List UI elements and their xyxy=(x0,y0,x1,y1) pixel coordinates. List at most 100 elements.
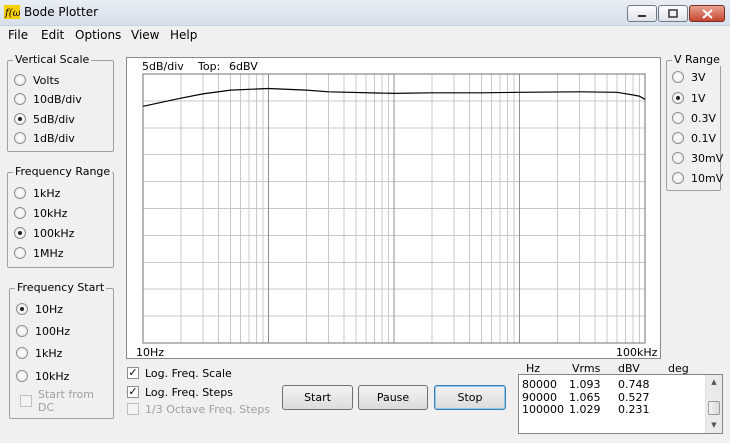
x-max-label: 100kHz xyxy=(616,346,658,358)
menu-file[interactable]: File xyxy=(8,28,28,42)
option-label: 1kHz xyxy=(35,346,63,360)
option-label: 30mV xyxy=(691,151,724,165)
option-label: 3V xyxy=(691,70,706,84)
frequency-start-option-1khz[interactable]: 1kHz xyxy=(16,346,62,360)
menu-bar: File Edit Options View Help xyxy=(0,26,730,46)
radio-button[interactable] xyxy=(672,152,684,164)
radio-button[interactable] xyxy=(14,207,26,219)
radio-button-selected[interactable] xyxy=(14,113,26,125)
option-label: 1dB/div xyxy=(33,131,75,145)
window-title: Bode Plotter xyxy=(24,5,99,19)
option-label: Volts xyxy=(33,73,60,87)
v-range-option-30mv[interactable]: 30mV xyxy=(672,151,723,165)
vertical-scale-option-volts[interactable]: Volts xyxy=(14,73,60,87)
v-range-option-0-1v[interactable]: 0.1V xyxy=(672,131,716,145)
frequency-range-option-1mhz[interactable]: 1MHz xyxy=(14,246,64,260)
start-from-dc-label: Start from DC xyxy=(38,388,94,414)
option-label: 10Hz xyxy=(35,302,64,316)
radio-button[interactable] xyxy=(14,187,26,199)
maximize-icon xyxy=(668,9,678,18)
option-label: 1MHz xyxy=(33,246,64,260)
radio-button[interactable] xyxy=(672,172,684,184)
radio-button-selected[interactable] xyxy=(672,92,684,104)
radio-button[interactable] xyxy=(14,132,26,144)
frequency-range-option-100khz[interactable]: 100kHz xyxy=(14,226,74,240)
radio-button-selected[interactable] xyxy=(16,303,28,315)
cell-dbv: 0.748 xyxy=(618,378,650,391)
menu-view[interactable]: View xyxy=(131,28,159,42)
menu-options[interactable]: Options xyxy=(75,28,121,42)
scroll-thumb[interactable] xyxy=(708,401,720,415)
minimize-icon xyxy=(638,14,646,17)
radio-button[interactable] xyxy=(672,132,684,144)
scroll-up-icon[interactable]: ▲ xyxy=(706,375,722,390)
option-label: 5dB/div xyxy=(33,112,75,126)
checkbox[interactable] xyxy=(20,395,32,407)
v-range-option-1v[interactable]: 1V xyxy=(672,91,706,105)
radio-button[interactable] xyxy=(672,71,684,83)
checkbox[interactable] xyxy=(127,403,139,415)
close-button[interactable] xyxy=(689,5,725,22)
menu-edit[interactable]: Edit xyxy=(41,28,64,42)
frequency-start-option-10hz[interactable]: 10Hz xyxy=(16,302,63,316)
vertical-scale-option-1db[interactable]: 1dB/div xyxy=(14,131,75,145)
frequency-range-option-10khz[interactable]: 10kHz xyxy=(14,206,67,220)
log-freq-scale-label: Log. Freq. Scale xyxy=(145,366,232,380)
log-freq-steps-checkbox[interactable]: ✓ Log. Freq. Steps xyxy=(127,385,233,399)
pause-button[interactable]: Pause xyxy=(358,385,428,410)
vertical-scale-group: Vertical Scale Volts 10dB/div 5dB/div 1d… xyxy=(7,53,114,152)
start-from-dc-checkbox[interactable]: Start from DC xyxy=(20,388,113,414)
results-listbox[interactable]: 80000 1.093 0.748 90000 1.065 0.527 1000… xyxy=(518,374,723,434)
vertical-scale-option-5db[interactable]: 5dB/div xyxy=(14,112,75,126)
frequency-range-option-1khz[interactable]: 1kHz xyxy=(14,186,60,200)
stop-button[interactable]: Stop xyxy=(434,385,506,410)
radio-button[interactable] xyxy=(16,370,28,382)
cell-hz: 100000 xyxy=(522,403,564,416)
option-label: 10kHz xyxy=(35,369,70,383)
scroll-down-icon[interactable]: ▼ xyxy=(706,418,722,433)
x-min-label: 10Hz xyxy=(136,346,164,358)
menu-help[interactable]: Help xyxy=(170,28,197,42)
checkbox-checked[interactable]: ✓ xyxy=(127,367,139,379)
checkbox-checked[interactable]: ✓ xyxy=(127,386,139,398)
frequency-start-option-100hz[interactable]: 100Hz xyxy=(16,324,70,338)
start-button[interactable]: Start xyxy=(282,385,353,410)
third-octave-checkbox[interactable]: 1/3 Octave Freq. Steps xyxy=(127,402,270,416)
cell-hz: 80000 xyxy=(522,378,557,391)
cell-dbv: 0.231 xyxy=(618,403,650,416)
option-label: 100kHz xyxy=(33,226,75,240)
maximize-button[interactable] xyxy=(658,5,688,22)
minimize-button[interactable] xyxy=(627,5,657,22)
title-bar: f(ω) Bode Plotter xyxy=(0,0,730,26)
cell-vrms: 1.093 xyxy=(569,378,601,391)
log-freq-scale-checkbox[interactable]: ✓ Log. Freq. Scale xyxy=(127,366,232,380)
v-range-option-3v[interactable]: 3V xyxy=(672,70,706,84)
radio-button-selected[interactable] xyxy=(14,227,26,239)
frequency-range-title: Frequency Range xyxy=(13,165,113,178)
log-freq-steps-label: Log. Freq. Steps xyxy=(145,385,233,399)
radio-button[interactable] xyxy=(14,93,26,105)
v-range-option-0-3v[interactable]: 0.3V xyxy=(672,111,716,125)
option-label: 0.3V xyxy=(691,111,717,125)
radio-button[interactable] xyxy=(14,247,26,259)
radio-button[interactable] xyxy=(16,325,28,337)
top-label: Top: xyxy=(197,60,220,73)
v-range-option-10mv[interactable]: 10mV xyxy=(672,171,723,185)
radio-button[interactable] xyxy=(672,112,684,124)
v-range-group: V Range 3V 1V 0.3V 0.1V 30mV 10mV xyxy=(666,53,723,191)
option-label: 1V xyxy=(691,91,706,105)
option-label: 10kHz xyxy=(33,206,68,220)
frequency-start-option-10khz[interactable]: 10kHz xyxy=(16,369,69,383)
cell-vrms: 1.029 xyxy=(569,403,601,416)
radio-button[interactable] xyxy=(16,347,28,359)
option-label: 1kHz xyxy=(33,186,61,200)
bode-plot: 5dB/div Top: 6dBV 10Hz 100kHz xyxy=(136,60,658,359)
vertical-scrollbar[interactable]: ▲ ▼ xyxy=(705,375,722,433)
option-label: 10mV xyxy=(691,171,724,185)
vertical-scale-option-10db[interactable]: 10dB/div xyxy=(14,92,82,106)
frequency-start-title: Frequency Start xyxy=(15,281,107,294)
option-label: 0.1V xyxy=(691,131,717,145)
radio-button[interactable] xyxy=(14,74,26,86)
option-label: 10dB/div xyxy=(33,92,82,106)
frequency-start-group: Frequency Start 10Hz 100Hz 1kHz 10kHz St… xyxy=(9,281,114,419)
